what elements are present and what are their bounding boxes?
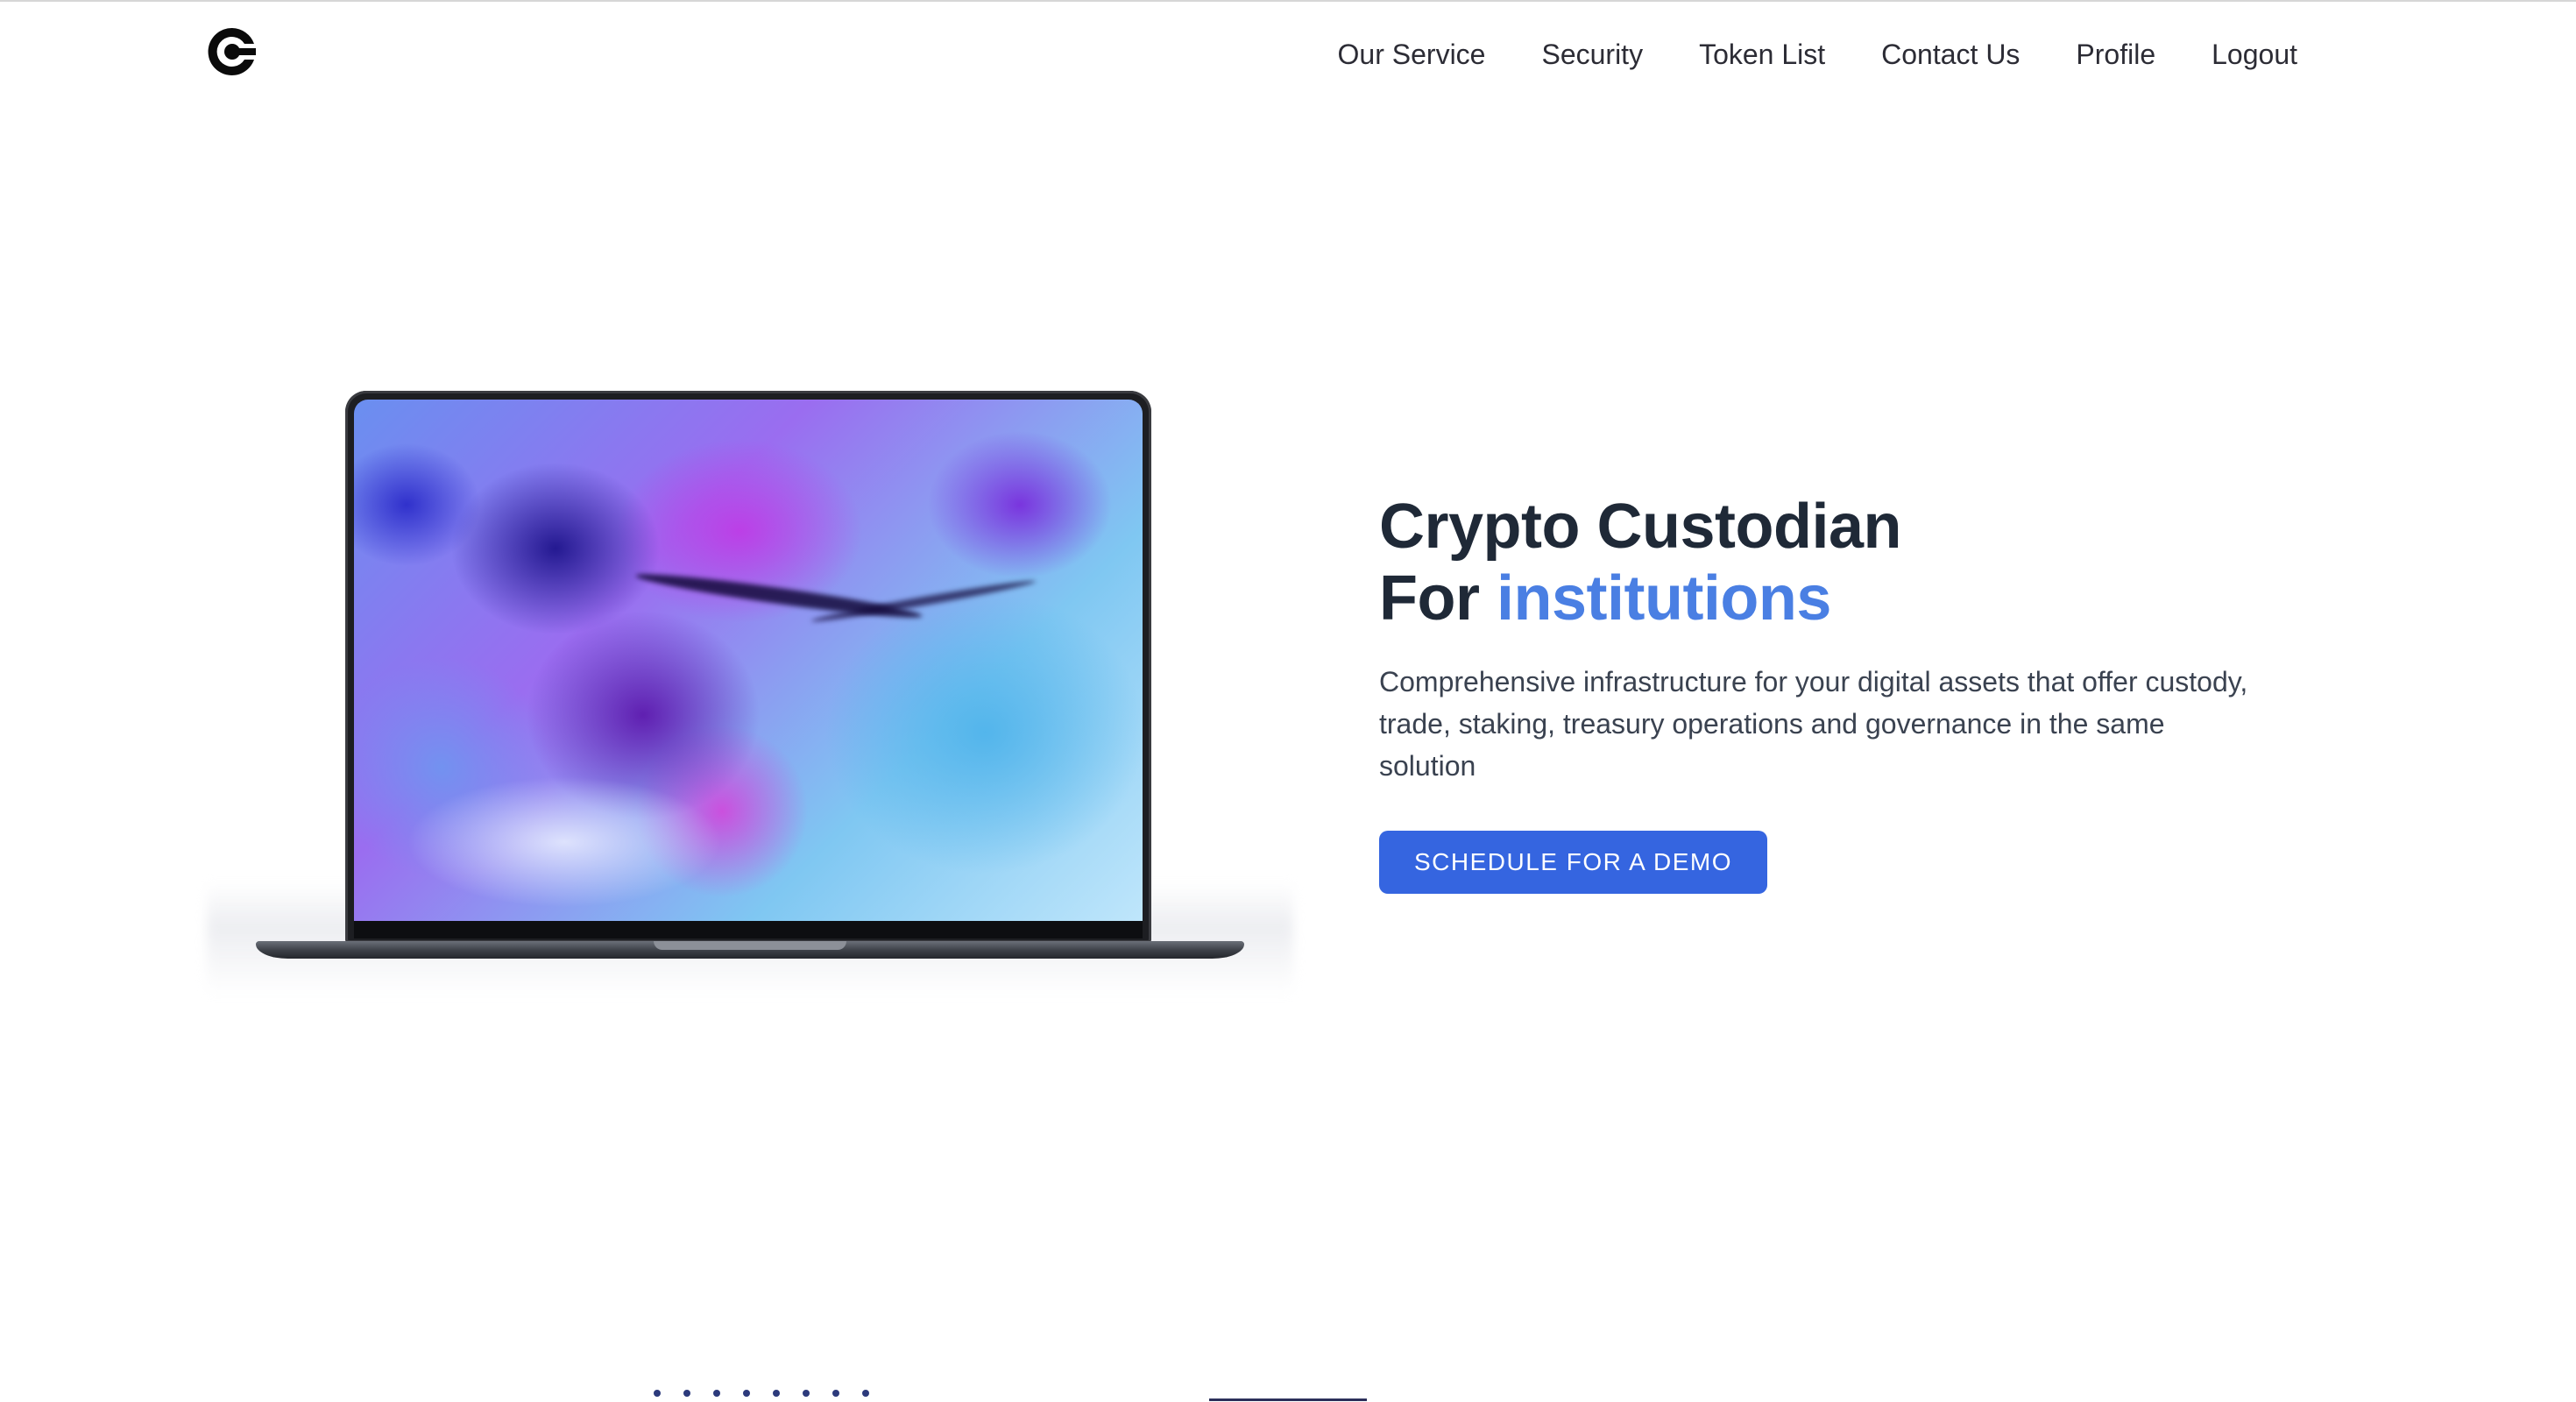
nav-profile[interactable]: Profile bbox=[2076, 33, 2155, 75]
laptop-screen-artwork bbox=[354, 400, 1143, 921]
hero-title-accent: institutions bbox=[1496, 563, 1831, 634]
carousel-dot[interactable] bbox=[683, 1390, 690, 1397]
laptop-notch bbox=[654, 941, 846, 950]
top-navbar: Our Service Security Token List Contact … bbox=[0, 0, 2576, 110]
carousel-dot[interactable] bbox=[713, 1390, 720, 1397]
carousel-dot[interactable] bbox=[773, 1390, 780, 1397]
hero-laptop-image bbox=[207, 391, 1293, 995]
ink-stroke bbox=[634, 568, 924, 624]
laptop-lid bbox=[345, 391, 1151, 943]
nav-links: Our Service Security Token List Contact … bbox=[1338, 33, 2297, 75]
hero-description: Comprehensive infrastructure for your di… bbox=[1379, 666, 2248, 782]
carousel-dot[interactable] bbox=[803, 1390, 810, 1397]
schedule-demo-button[interactable]: SCHEDULE FOR A DEMO bbox=[1379, 831, 1768, 894]
carousel-dot[interactable] bbox=[832, 1390, 839, 1397]
nav-our-service[interactable]: Our Service bbox=[1338, 33, 1486, 75]
section-divider bbox=[1209, 1398, 1367, 1401]
brand-c-logo-icon[interactable] bbox=[205, 25, 259, 79]
nav-security[interactable]: Security bbox=[1541, 33, 1643, 75]
hero-title: Crypto Custodian For institutions bbox=[1379, 491, 2308, 634]
laptop-bezel bbox=[354, 921, 1143, 938]
carousel-dot[interactable] bbox=[743, 1390, 750, 1397]
carousel-dot[interactable] bbox=[862, 1390, 869, 1397]
carousel-dots bbox=[654, 1390, 869, 1397]
nav-contact-us[interactable]: Contact Us bbox=[1881, 33, 2020, 75]
hero-title-prefix: For bbox=[1379, 563, 1497, 634]
nav-logout[interactable]: Logout bbox=[2212, 33, 2297, 75]
nav-token-list[interactable]: Token List bbox=[1699, 33, 1825, 75]
landing-page: Our Service Security Token List Contact … bbox=[0, 0, 2576, 1402]
ink-highlight bbox=[407, 776, 722, 908]
carousel-dot[interactable] bbox=[654, 1390, 661, 1397]
hero-text: Crypto Custodian For institutions Compre… bbox=[1379, 491, 2308, 894]
hero-title-line1: Crypto Custodian bbox=[1379, 492, 1901, 562]
